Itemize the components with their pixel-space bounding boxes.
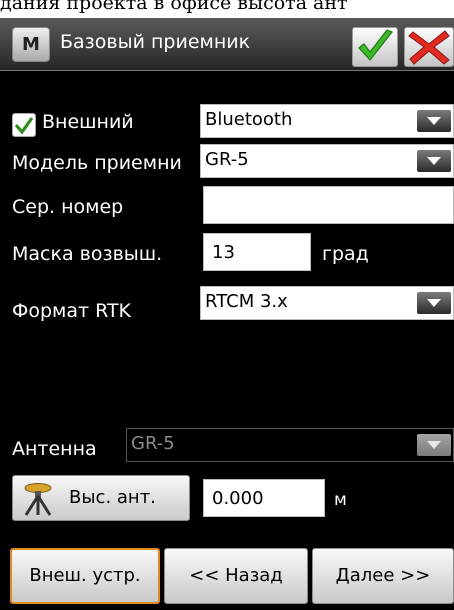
- title-bar: M Базовый приемник: [0, 18, 454, 71]
- tripod-antenna-icon: [24, 483, 52, 516]
- model-value: GR-5: [205, 149, 249, 170]
- chevron-down-icon[interactable]: [417, 150, 451, 172]
- external-checkbox[interactable]: [12, 113, 36, 137]
- serial-input[interactable]: [203, 186, 454, 224]
- page-title: Базовый приемник: [60, 31, 251, 53]
- rtk-format-label: Формат RTK: [12, 300, 132, 322]
- checkmark-icon: [14, 117, 34, 135]
- rtk-format-value: RTCM 3.x: [205, 291, 288, 312]
- elevation-mask-input[interactable]: 13: [203, 233, 311, 271]
- external-devices-button[interactable]: Внеш. устр.: [10, 548, 160, 604]
- model-label: Модель приемни: [12, 152, 182, 174]
- antenna-label: Антенна: [12, 438, 97, 460]
- antenna-height-button-label: Выс. ант.: [69, 487, 156, 508]
- chevron-down-icon[interactable]: [417, 292, 451, 314]
- back-button[interactable]: << Назад: [164, 548, 308, 604]
- antenna-select[interactable]: GR-5: [126, 428, 454, 462]
- cancel-button[interactable]: [404, 27, 454, 67]
- elevation-mask-value: 13: [212, 242, 235, 263]
- next-button[interactable]: Далее >>: [312, 548, 454, 604]
- antenna-height-input[interactable]: 0.000: [203, 479, 325, 517]
- antenna-height-button[interactable]: Выс. ант.: [12, 475, 190, 521]
- chevron-down-icon[interactable]: [417, 110, 451, 132]
- antenna-height-value: 0.000: [212, 488, 264, 509]
- antenna-height-unit: м: [334, 490, 347, 510]
- model-select[interactable]: GR-5: [200, 144, 454, 178]
- serial-label: Сер. номер: [12, 196, 124, 218]
- external-label: Внешний: [42, 111, 134, 133]
- ok-button[interactable]: [352, 27, 398, 67]
- top-caption: дания проекта в офисе высота ант: [0, 0, 454, 18]
- elevation-mask-label: Маска возвыш.: [12, 243, 163, 265]
- connection-select[interactable]: Bluetooth: [200, 104, 454, 138]
- rtk-format-select[interactable]: RTCM 3.x: [200, 286, 454, 320]
- elevation-mask-unit: град: [322, 243, 369, 265]
- close-icon: [408, 30, 450, 65]
- connection-value: Bluetooth: [205, 109, 293, 130]
- chevron-down-icon[interactable]: [417, 434, 451, 456]
- app-logo-icon: M: [12, 27, 50, 62]
- check-icon: [358, 29, 393, 61]
- antenna-value: GR-5: [131, 433, 175, 454]
